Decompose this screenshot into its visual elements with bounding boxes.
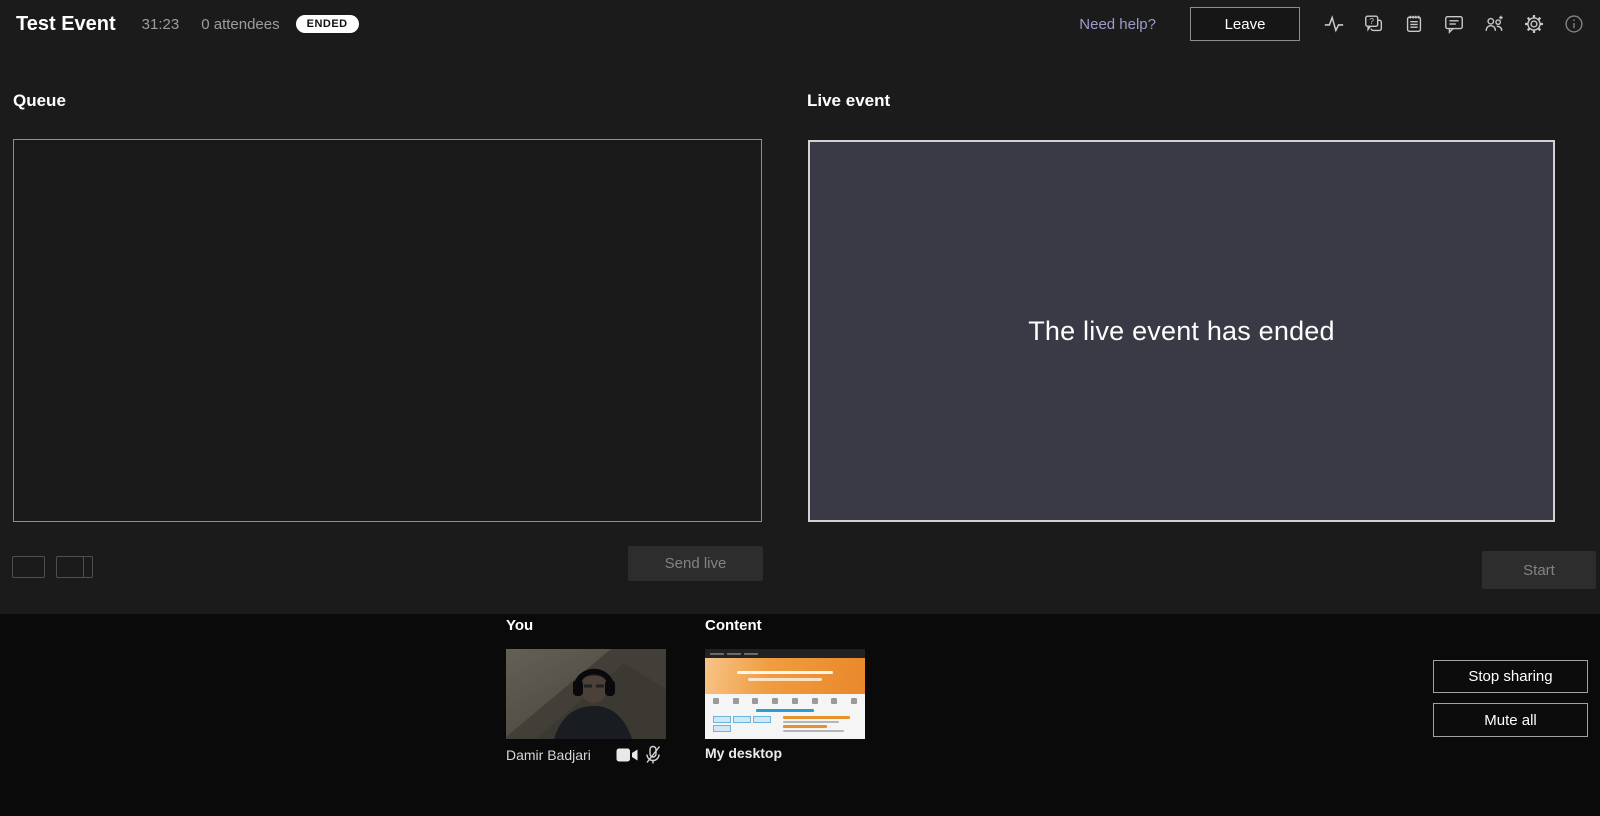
mini-browser-bar xyxy=(705,649,865,658)
top-bar: Test Event 31:23 0 attendees ENDED Need … xyxy=(0,0,1600,48)
live-event-stage: The live event has ended xyxy=(808,140,1555,522)
start-button[interactable]: Start xyxy=(1482,551,1596,589)
mute-all-button[interactable]: Mute all xyxy=(1433,703,1588,737)
chat-icon[interactable] xyxy=(1434,4,1474,44)
participant-name: Damir Badjari xyxy=(506,747,614,763)
you-section-label: You xyxy=(506,617,533,634)
camera-on-icon xyxy=(614,747,640,763)
live-event-producer-window: Test Event 31:23 0 attendees ENDED Need … xyxy=(0,0,1600,816)
top-bar-right: Need help? Leave ? xyxy=(1079,4,1600,44)
content-section-label: Content xyxy=(705,617,762,634)
health-pulse-icon[interactable] xyxy=(1314,4,1354,44)
qna-icon[interactable]: ? xyxy=(1354,4,1394,44)
queue-drop-area[interactable] xyxy=(13,139,762,522)
shared-content-thumbnail[interactable] xyxy=(705,649,865,739)
content-name: My desktop xyxy=(705,745,782,761)
mic-off-icon xyxy=(640,745,666,765)
leave-button[interactable]: Leave xyxy=(1190,7,1300,41)
webcam-image xyxy=(506,649,666,739)
send-live-button[interactable]: Send live xyxy=(628,546,763,581)
live-event-message: The live event has ended xyxy=(1028,316,1335,347)
need-help-link[interactable]: Need help? xyxy=(1079,16,1156,33)
event-title: Test Event xyxy=(16,13,116,36)
notes-icon[interactable] xyxy=(1394,4,1434,44)
invite-people-icon[interactable] xyxy=(1474,4,1514,44)
live-event-title: Live event xyxy=(807,91,890,111)
settings-gear-icon[interactable] xyxy=(1514,4,1554,44)
layout-single-button[interactable] xyxy=(12,556,45,578)
stop-sharing-button[interactable]: Stop sharing xyxy=(1433,660,1588,693)
svg-text:?: ? xyxy=(1369,17,1374,26)
bottom-bar: You Damir Bad xyxy=(0,614,1600,816)
split-divider xyxy=(83,557,85,577)
attendee-count: 0 attendees xyxy=(201,16,279,33)
layout-split-button[interactable] xyxy=(56,556,93,578)
mini-page-body xyxy=(705,694,865,739)
toolbar-icons: ? xyxy=(1314,4,1594,44)
mini-orange-banner xyxy=(705,658,865,694)
event-timer: 31:23 xyxy=(142,16,180,33)
your-camera-thumbnail[interactable] xyxy=(506,649,666,739)
status-badge: ENDED xyxy=(296,15,359,33)
info-icon[interactable] xyxy=(1554,4,1594,44)
you-name-row: Damir Badjari xyxy=(506,745,666,765)
queue-title: Queue xyxy=(13,91,66,111)
